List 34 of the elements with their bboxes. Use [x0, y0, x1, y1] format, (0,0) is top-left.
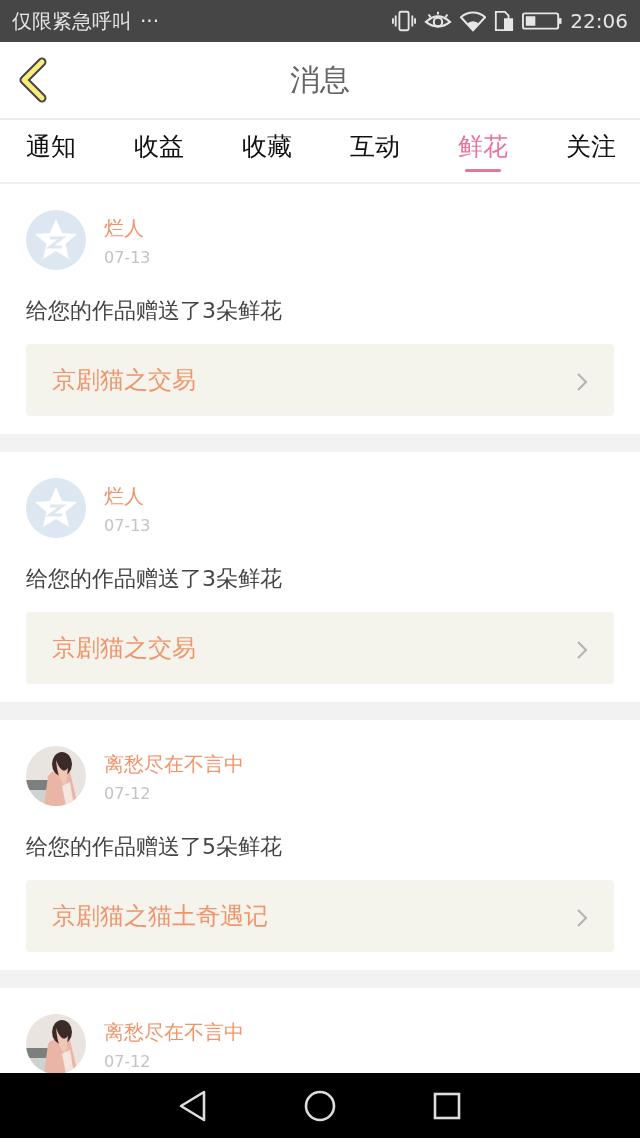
message-date: 07-12 — [104, 1052, 152, 1071]
clock-time: 22:06 — [570, 9, 628, 33]
user-name[interactable]: 烂人 — [104, 215, 151, 242]
tab[interactable]: 互动 — [330, 120, 420, 182]
default-avatar-icon — [26, 210, 86, 270]
chevron-right-icon — [576, 370, 588, 390]
user-name[interactable]: 离愁尽在不言中 — [104, 751, 244, 778]
chevron-right-icon — [576, 906, 588, 926]
default-avatar-icon — [26, 478, 86, 538]
work-link[interactable]: 京剧猫之猫土奇遇记 — [26, 880, 614, 952]
tab[interactable]: 鲜花 — [438, 120, 528, 182]
work-link[interactable]: 京剧猫之交易 — [26, 612, 614, 684]
tab[interactable]: 通知 — [6, 120, 96, 182]
message-text: 给您的作品赠送了3朵鲜花 — [26, 565, 283, 593]
user-name[interactable]: 烂人 — [104, 483, 151, 510]
message-date: 07-13 — [104, 516, 151, 535]
page-title: 消息 — [290, 60, 350, 99]
vibrate-icon — [392, 9, 417, 33]
message-text: 给您的作品赠送了5朵鲜花 — [26, 833, 283, 861]
chevron-right-icon — [576, 638, 588, 658]
status-text: 仅限紧急呼叫 — [12, 7, 132, 35]
more-icon: ··· — [140, 9, 160, 33]
message-date: 07-13 — [104, 248, 151, 267]
user-name[interactable]: 离愁尽在不言中 — [104, 1019, 244, 1046]
message-date: 07-12 — [104, 784, 152, 803]
home-button[interactable] — [303, 1088, 337, 1123]
sim-icon — [494, 10, 515, 32]
work-link[interactable]: 京剧猫之交易 — [26, 344, 614, 416]
tab[interactable]: 收藏 — [222, 120, 312, 182]
wifi-icon — [460, 10, 487, 32]
tab[interactable]: 关注 — [546, 120, 636, 182]
message-text: 给您的作品赠送了3朵鲜花 — [26, 297, 283, 325]
tab[interactable]: 收益 — [114, 120, 204, 182]
battery-icon — [522, 11, 563, 31]
